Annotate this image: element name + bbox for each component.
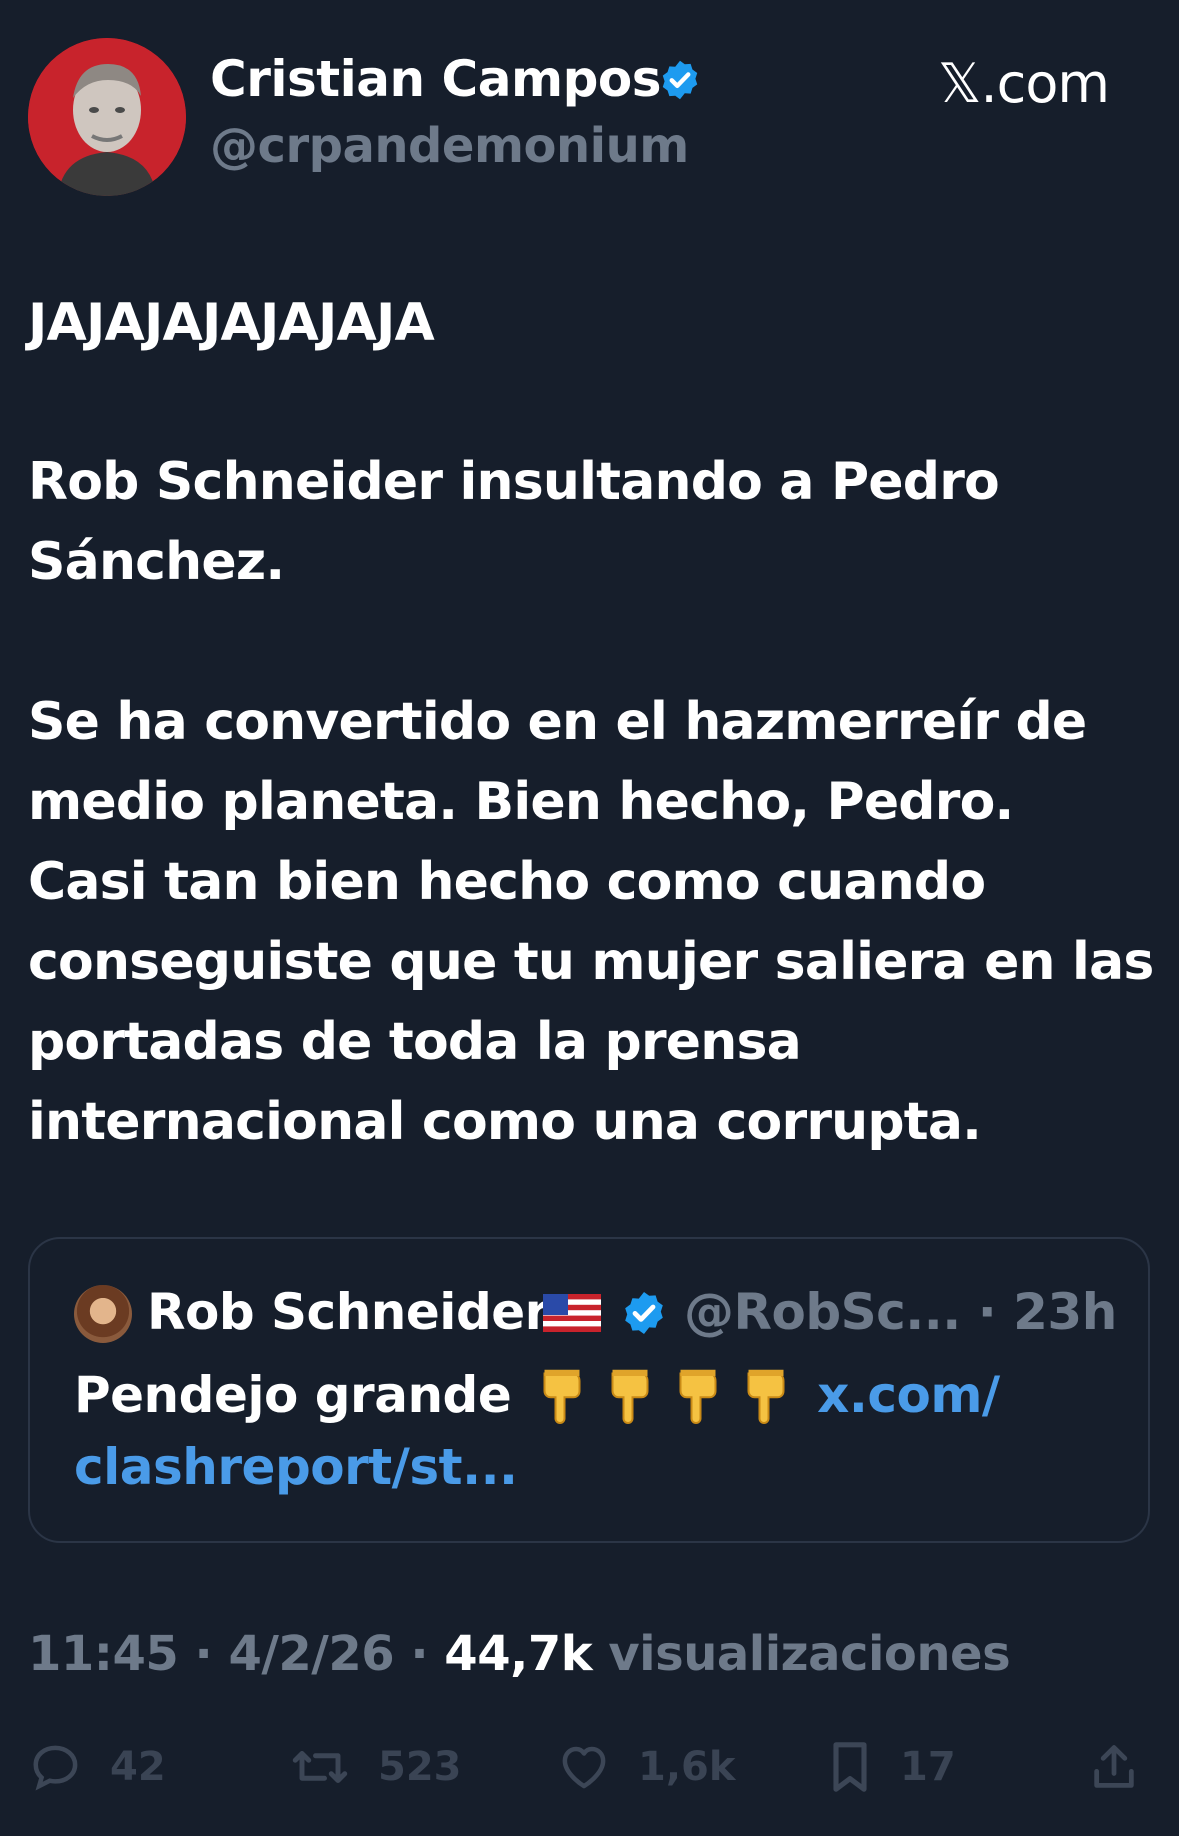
tweet-text-line: Sánchez. bbox=[28, 532, 285, 592]
tweet-time[interactable]: 11:45 bbox=[28, 1626, 179, 1682]
tweet-text-line: Casi tan bien hecho como cuando bbox=[28, 852, 986, 912]
author-handle[interactable]: @crpandemonium bbox=[210, 118, 689, 174]
reply-button[interactable]: 42 bbox=[28, 1740, 166, 1794]
pointing-down-icon bbox=[747, 1369, 785, 1425]
views-label: visualizaciones bbox=[608, 1626, 1011, 1682]
tweet-text-line: conseguiste que tu mujer saliera en las bbox=[28, 932, 1154, 992]
tweet-text-line: JAJAJAJAJAJAJA bbox=[28, 293, 435, 353]
tweet-text-line: Rob Schneider insultando a Pedro bbox=[28, 452, 1000, 512]
quoted-text: Pendejo grande x.com/ bbox=[74, 1366, 1000, 1426]
quoted-link-part2[interactable]: clashreport/st... bbox=[74, 1438, 518, 1496]
pointing-down-icon bbox=[611, 1369, 649, 1425]
tweet-text-line: internacional como una corrupta. bbox=[28, 1092, 982, 1152]
bookmark-icon bbox=[833, 1742, 867, 1792]
separator: · bbox=[410, 1626, 429, 1682]
quoted-author-avatar[interactable] bbox=[74, 1285, 132, 1343]
share-button[interactable] bbox=[1088, 1740, 1140, 1794]
quoted-handle-time: @RobSc... · 23h bbox=[684, 1283, 1117, 1341]
bookmark-button[interactable]: 17 bbox=[826, 1740, 956, 1794]
repost-button[interactable]: 523 bbox=[288, 1740, 462, 1794]
reply-count: 42 bbox=[110, 1744, 166, 1790]
author-display-name[interactable]: Cristian Campos bbox=[210, 50, 661, 108]
separator: · bbox=[977, 1283, 997, 1341]
pointing-down-icon bbox=[543, 1369, 581, 1425]
repost-count: 523 bbox=[378, 1744, 462, 1790]
us-flag-icon bbox=[543, 1294, 601, 1336]
tweet-meta: 11:45 · 4/2/26 · 44,7k visualizaciones bbox=[28, 1626, 1011, 1682]
views-count: 44,7k bbox=[444, 1626, 593, 1682]
quoted-author-name[interactable]: Rob Schneider bbox=[147, 1283, 549, 1341]
quoted-handle[interactable]: @RobSc... bbox=[684, 1283, 961, 1341]
verified-badge-icon bbox=[662, 60, 698, 100]
quoted-time[interactable]: 23h bbox=[1013, 1283, 1117, 1341]
like-count: 1,6k bbox=[638, 1744, 736, 1790]
tweet-text-line: Se ha convertido en el hazmerreír de bbox=[28, 692, 1087, 752]
verified-badge-icon bbox=[625, 1292, 663, 1334]
heart-icon bbox=[562, 1746, 606, 1789]
share-icon bbox=[1094, 1745, 1134, 1788]
avatar-photo-icon bbox=[28, 38, 186, 196]
quoted-link-part1[interactable]: x.com/ bbox=[817, 1366, 1000, 1424]
tweet-text-line: medio planeta. Bien hecho, Pedro. bbox=[28, 772, 1014, 832]
tweet-date[interactable]: 4/2/26 bbox=[228, 1626, 394, 1682]
tweet-text-line: portadas de toda la prensa bbox=[28, 1012, 802, 1072]
reply-icon bbox=[33, 1745, 78, 1791]
bookmark-count: 17 bbox=[900, 1744, 956, 1790]
separator: · bbox=[194, 1626, 213, 1682]
x-brand-logo: 𝕏.com bbox=[938, 52, 1110, 115]
author-avatar[interactable] bbox=[28, 38, 186, 196]
pointing-emoji-row bbox=[528, 1366, 800, 1425]
like-button[interactable]: 1,6k bbox=[556, 1740, 735, 1794]
repost-icon bbox=[292, 1751, 348, 1783]
quoted-text-content: Pendejo grande bbox=[74, 1366, 512, 1424]
pointing-down-icon bbox=[679, 1369, 717, 1425]
